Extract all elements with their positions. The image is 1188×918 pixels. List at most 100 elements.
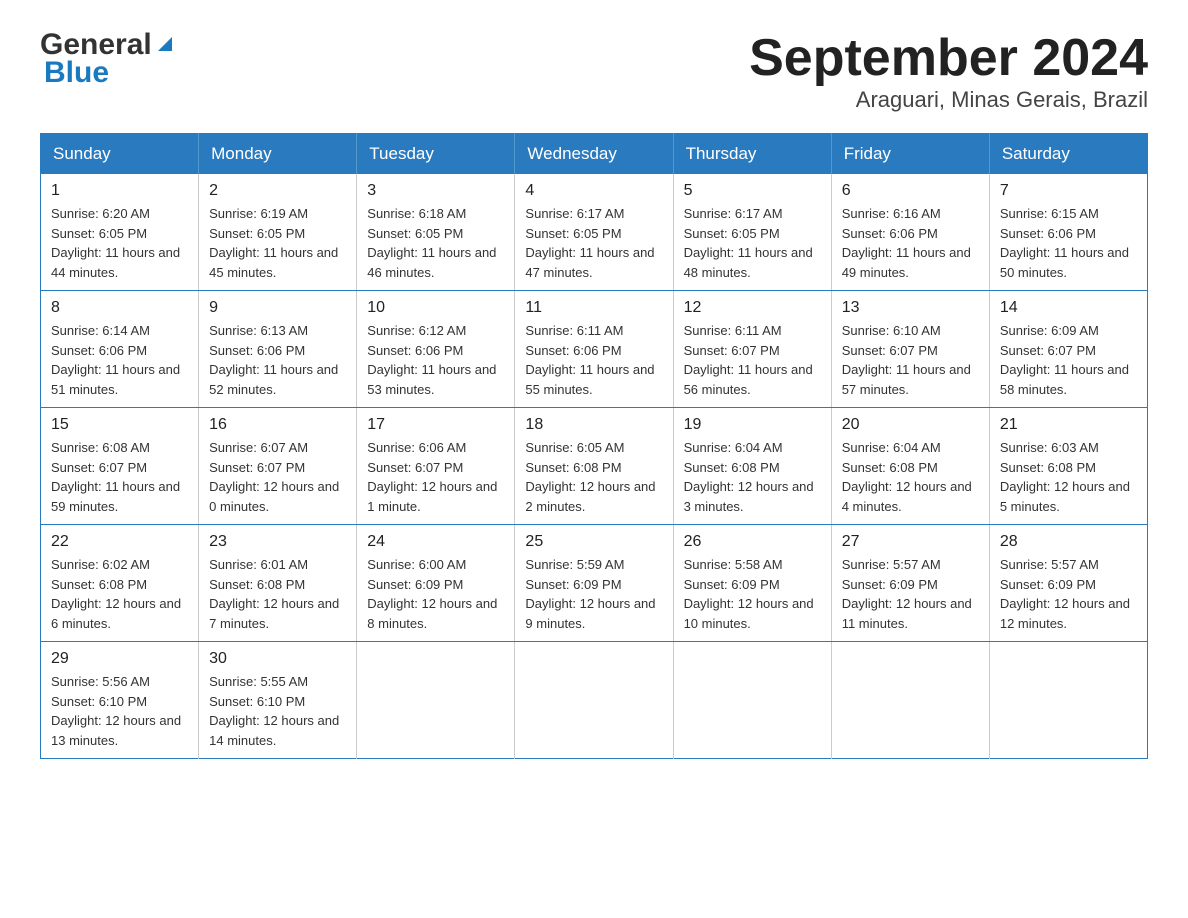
calendar-day-cell: 24 Sunrise: 6:00 AM Sunset: 6:09 PM Dayl…	[357, 525, 515, 642]
calendar-day-header: Monday	[199, 134, 357, 175]
calendar-day-cell	[357, 642, 515, 759]
day-number: 29	[51, 650, 188, 668]
calendar-day-header: Friday	[831, 134, 989, 175]
day-number: 11	[525, 299, 662, 317]
day-info: Sunrise: 6:10 AM Sunset: 6:07 PM Dayligh…	[842, 321, 979, 399]
day-number: 2	[209, 182, 346, 200]
day-info: Sunrise: 6:11 AM Sunset: 6:07 PM Dayligh…	[684, 321, 821, 399]
calendar-week-row: 22 Sunrise: 6:02 AM Sunset: 6:08 PM Dayl…	[41, 525, 1148, 642]
calendar-day-cell: 14 Sunrise: 6:09 AM Sunset: 6:07 PM Dayl…	[989, 291, 1147, 408]
day-number: 3	[367, 182, 504, 200]
logo-triangle-icon	[154, 33, 176, 55]
calendar-header-row: SundayMondayTuesdayWednesdayThursdayFrid…	[41, 134, 1148, 175]
day-number: 9	[209, 299, 346, 317]
calendar-day-cell: 5 Sunrise: 6:17 AM Sunset: 6:05 PM Dayli…	[673, 174, 831, 291]
day-info: Sunrise: 6:18 AM Sunset: 6:05 PM Dayligh…	[367, 204, 504, 282]
day-number: 6	[842, 182, 979, 200]
day-info: Sunrise: 6:20 AM Sunset: 6:05 PM Dayligh…	[51, 204, 188, 282]
calendar-day-cell: 21 Sunrise: 6:03 AM Sunset: 6:08 PM Dayl…	[989, 408, 1147, 525]
day-info: Sunrise: 6:08 AM Sunset: 6:07 PM Dayligh…	[51, 438, 188, 516]
day-number: 27	[842, 533, 979, 551]
day-info: Sunrise: 6:02 AM Sunset: 6:08 PM Dayligh…	[51, 555, 188, 633]
calendar-day-header: Wednesday	[515, 134, 673, 175]
day-info: Sunrise: 6:16 AM Sunset: 6:06 PM Dayligh…	[842, 204, 979, 282]
calendar-day-cell: 19 Sunrise: 6:04 AM Sunset: 6:08 PM Dayl…	[673, 408, 831, 525]
day-info: Sunrise: 6:15 AM Sunset: 6:06 PM Dayligh…	[1000, 204, 1137, 282]
calendar-day-cell	[831, 642, 989, 759]
day-info: Sunrise: 5:57 AM Sunset: 6:09 PM Dayligh…	[1000, 555, 1137, 633]
day-number: 7	[1000, 182, 1137, 200]
calendar-table: SundayMondayTuesdayWednesdayThursdayFrid…	[40, 133, 1148, 759]
day-number: 19	[684, 416, 821, 434]
calendar-day-cell: 10 Sunrise: 6:12 AM Sunset: 6:06 PM Dayl…	[357, 291, 515, 408]
logo: General Blue	[40, 30, 176, 90]
calendar-day-cell: 27 Sunrise: 5:57 AM Sunset: 6:09 PM Dayl…	[831, 525, 989, 642]
calendar-day-cell: 30 Sunrise: 5:55 AM Sunset: 6:10 PM Dayl…	[199, 642, 357, 759]
day-number: 26	[684, 533, 821, 551]
calendar-day-cell	[673, 642, 831, 759]
day-info: Sunrise: 5:59 AM Sunset: 6:09 PM Dayligh…	[525, 555, 662, 633]
calendar-day-cell: 17 Sunrise: 6:06 AM Sunset: 6:07 PM Dayl…	[357, 408, 515, 525]
day-number: 24	[367, 533, 504, 551]
calendar-day-cell: 18 Sunrise: 6:05 AM Sunset: 6:08 PM Dayl…	[515, 408, 673, 525]
calendar-day-cell: 12 Sunrise: 6:11 AM Sunset: 6:07 PM Dayl…	[673, 291, 831, 408]
calendar-day-header: Saturday	[989, 134, 1147, 175]
calendar-week-row: 29 Sunrise: 5:56 AM Sunset: 6:10 PM Dayl…	[41, 642, 1148, 759]
day-info: Sunrise: 5:57 AM Sunset: 6:09 PM Dayligh…	[842, 555, 979, 633]
title-block: September 2024 Araguari, Minas Gerais, B…	[749, 30, 1148, 113]
calendar-day-cell: 29 Sunrise: 5:56 AM Sunset: 6:10 PM Dayl…	[41, 642, 199, 759]
calendar-day-header: Sunday	[41, 134, 199, 175]
day-info: Sunrise: 6:05 AM Sunset: 6:08 PM Dayligh…	[525, 438, 662, 516]
day-number: 1	[51, 182, 188, 200]
day-info: Sunrise: 6:06 AM Sunset: 6:07 PM Dayligh…	[367, 438, 504, 516]
day-number: 15	[51, 416, 188, 434]
day-number: 28	[1000, 533, 1137, 551]
calendar-day-cell: 11 Sunrise: 6:11 AM Sunset: 6:06 PM Dayl…	[515, 291, 673, 408]
calendar-day-header: Tuesday	[357, 134, 515, 175]
calendar-day-cell: 15 Sunrise: 6:08 AM Sunset: 6:07 PM Dayl…	[41, 408, 199, 525]
day-info: Sunrise: 5:58 AM Sunset: 6:09 PM Dayligh…	[684, 555, 821, 633]
calendar-day-cell: 20 Sunrise: 6:04 AM Sunset: 6:08 PM Dayl…	[831, 408, 989, 525]
day-number: 30	[209, 650, 346, 668]
day-info: Sunrise: 6:17 AM Sunset: 6:05 PM Dayligh…	[525, 204, 662, 282]
calendar-day-header: Thursday	[673, 134, 831, 175]
calendar-day-cell: 1 Sunrise: 6:20 AM Sunset: 6:05 PM Dayli…	[41, 174, 199, 291]
day-number: 5	[684, 182, 821, 200]
day-info: Sunrise: 6:01 AM Sunset: 6:08 PM Dayligh…	[209, 555, 346, 633]
calendar-week-row: 15 Sunrise: 6:08 AM Sunset: 6:07 PM Dayl…	[41, 408, 1148, 525]
page-title: September 2024	[749, 30, 1148, 87]
calendar-week-row: 8 Sunrise: 6:14 AM Sunset: 6:06 PM Dayli…	[41, 291, 1148, 408]
calendar-day-cell	[989, 642, 1147, 759]
day-number: 21	[1000, 416, 1137, 434]
day-number: 17	[367, 416, 504, 434]
calendar-day-cell: 22 Sunrise: 6:02 AM Sunset: 6:08 PM Dayl…	[41, 525, 199, 642]
calendar-day-cell: 6 Sunrise: 6:16 AM Sunset: 6:06 PM Dayli…	[831, 174, 989, 291]
day-info: Sunrise: 6:04 AM Sunset: 6:08 PM Dayligh…	[842, 438, 979, 516]
calendar-day-cell: 28 Sunrise: 5:57 AM Sunset: 6:09 PM Dayl…	[989, 525, 1147, 642]
page-subtitle: Araguari, Minas Gerais, Brazil	[749, 87, 1148, 113]
calendar-day-cell	[515, 642, 673, 759]
day-number: 22	[51, 533, 188, 551]
calendar-day-cell: 8 Sunrise: 6:14 AM Sunset: 6:06 PM Dayli…	[41, 291, 199, 408]
day-info: Sunrise: 6:14 AM Sunset: 6:06 PM Dayligh…	[51, 321, 188, 399]
day-info: Sunrise: 6:07 AM Sunset: 6:07 PM Dayligh…	[209, 438, 346, 516]
day-info: Sunrise: 6:00 AM Sunset: 6:09 PM Dayligh…	[367, 555, 504, 633]
day-info: Sunrise: 5:56 AM Sunset: 6:10 PM Dayligh…	[51, 672, 188, 750]
day-number: 4	[525, 182, 662, 200]
day-info: Sunrise: 6:11 AM Sunset: 6:06 PM Dayligh…	[525, 321, 662, 399]
day-info: Sunrise: 6:04 AM Sunset: 6:08 PM Dayligh…	[684, 438, 821, 516]
calendar-week-row: 1 Sunrise: 6:20 AM Sunset: 6:05 PM Dayli…	[41, 174, 1148, 291]
day-number: 13	[842, 299, 979, 317]
calendar-day-cell: 13 Sunrise: 6:10 AM Sunset: 6:07 PM Dayl…	[831, 291, 989, 408]
day-info: Sunrise: 6:13 AM Sunset: 6:06 PM Dayligh…	[209, 321, 346, 399]
calendar-day-cell: 9 Sunrise: 6:13 AM Sunset: 6:06 PM Dayli…	[199, 291, 357, 408]
calendar-day-cell: 4 Sunrise: 6:17 AM Sunset: 6:05 PM Dayli…	[515, 174, 673, 291]
calendar-day-cell: 7 Sunrise: 6:15 AM Sunset: 6:06 PM Dayli…	[989, 174, 1147, 291]
day-number: 16	[209, 416, 346, 434]
day-info: Sunrise: 6:19 AM Sunset: 6:05 PM Dayligh…	[209, 204, 346, 282]
day-number: 18	[525, 416, 662, 434]
day-number: 20	[842, 416, 979, 434]
day-number: 10	[367, 299, 504, 317]
day-number: 14	[1000, 299, 1137, 317]
day-number: 12	[684, 299, 821, 317]
